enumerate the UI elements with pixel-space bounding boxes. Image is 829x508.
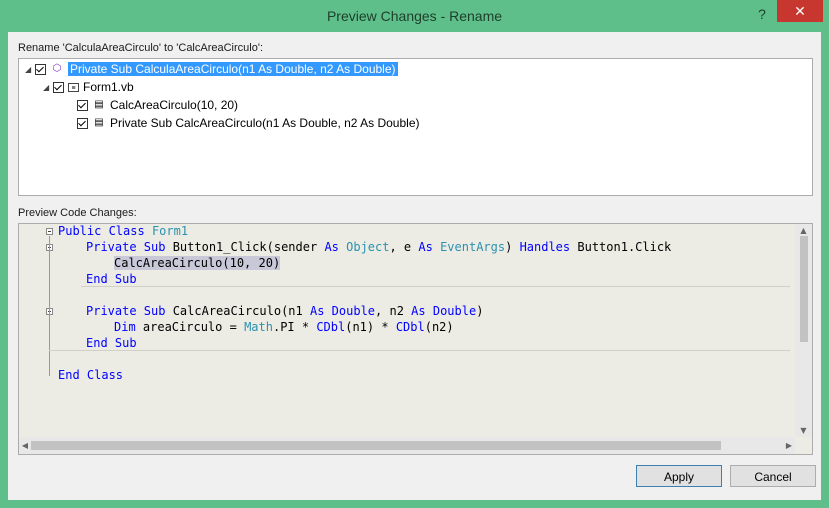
preview-label: Preview Code Changes: xyxy=(18,207,137,219)
help-button[interactable]: ? xyxy=(751,6,773,24)
reference-icon: ▤ xyxy=(94,117,104,128)
reference-icon: ▤ xyxy=(94,99,104,110)
tree-item-file[interactable]: ◢ ≡ Form1.vb xyxy=(43,79,134,95)
tree-checkbox[interactable] xyxy=(53,81,64,93)
scroll-up-icon[interactable]: ▲ xyxy=(795,226,812,235)
preview-changes-dialog: Preview Changes - Rename ? ✕ Rename 'Cal… xyxy=(0,0,829,508)
cancel-button[interactable]: Cancel xyxy=(730,465,816,487)
vertical-scrollbar[interactable]: ▲ ▼ xyxy=(795,224,812,437)
method-icon: ⬡ xyxy=(52,63,62,74)
tree-item-label: Form1.vb xyxy=(83,80,134,94)
changes-tree[interactable]: ◢ ⬡ Private Sub CalculaAreaCirculo(n1 As… xyxy=(18,58,813,196)
rename-label: Rename 'CalculaAreaCirculo' to 'CalcArea… xyxy=(18,42,263,54)
tree-item-method[interactable]: ◢ ⬡ Private Sub CalculaAreaCirculo(n1 As… xyxy=(25,61,398,77)
code-line: Dim areaCirculo = Math.PI * CDbl(n1) * C… xyxy=(114,320,454,334)
tree-checkbox[interactable] xyxy=(35,63,46,75)
method-separator xyxy=(49,350,790,351)
collapse-icon[interactable]: ◢ xyxy=(43,83,53,92)
code-line: Public Class Form1 xyxy=(58,224,189,238)
fold-icon[interactable] xyxy=(46,228,53,235)
code-preview[interactable]: Public Class Form1 Private Sub Button1_C… xyxy=(18,223,813,455)
dialog-body: Rename 'CalculaAreaCirculo' to 'CalcArea… xyxy=(8,32,821,500)
tree-checkbox[interactable] xyxy=(77,99,88,111)
scroll-right-icon[interactable]: ▶ xyxy=(783,441,795,450)
apply-button[interactable]: Apply xyxy=(636,465,722,487)
method-separator xyxy=(81,286,790,287)
tree-item-label: CalcAreaCirculo(10, 20) xyxy=(110,98,239,112)
scroll-left-icon[interactable]: ◀ xyxy=(19,441,31,450)
code-line-highlight: CalcAreaCirculo(10, 20) xyxy=(114,256,281,270)
code-line: End Class xyxy=(58,368,124,382)
tree-item-reference[interactable]: ▤ Private Sub CalcAreaCirculo(n1 As Doub… xyxy=(77,115,420,131)
vb-file-icon: ≡ xyxy=(68,82,79,92)
window-title: Preview Changes - Rename xyxy=(326,8,503,24)
close-button[interactable]: ✕ xyxy=(777,0,823,22)
tree-item-label: Private Sub CalculaAreaCirculo(n1 As Dou… xyxy=(68,62,398,76)
scroll-down-icon[interactable]: ▼ xyxy=(795,426,812,435)
tree-item-label: Private Sub CalcAreaCirculo(n1 As Double… xyxy=(110,116,420,130)
horizontal-scroll-thumb[interactable] xyxy=(31,441,721,450)
tree-item-reference[interactable]: ▤ CalcAreaCirculo(10, 20) xyxy=(77,97,238,113)
horizontal-scrollbar[interactable]: ◀ ▶ xyxy=(19,437,795,454)
tree-checkbox[interactable] xyxy=(77,117,88,129)
code-line: Private Sub CalcAreaCirculo(n1 As Double… xyxy=(86,304,484,318)
collapse-icon[interactable]: ◢ xyxy=(25,65,35,74)
title-bar[interactable]: Preview Changes - Rename ? ✕ xyxy=(0,0,829,32)
vertical-scroll-thumb[interactable] xyxy=(800,236,808,342)
code-line: Private Sub Button1_Click(sender As Obje… xyxy=(86,240,672,254)
